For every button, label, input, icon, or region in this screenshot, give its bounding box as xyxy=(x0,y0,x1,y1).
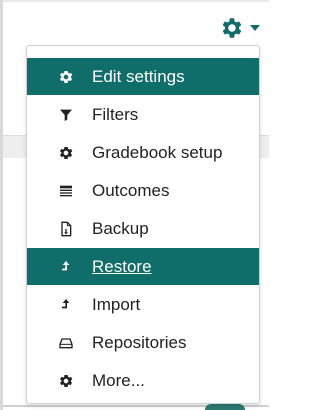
gear-icon xyxy=(57,372,75,390)
menu-item-label: Filters xyxy=(92,104,139,124)
filter-icon xyxy=(57,106,75,124)
upload-icon xyxy=(57,296,75,314)
menu-item-label: Edit settings xyxy=(92,66,185,86)
menu-item-more[interactable]: More... xyxy=(27,362,259,399)
menu-item-edit-settings[interactable]: Edit settings xyxy=(27,58,259,95)
background-table-row-right xyxy=(260,135,269,158)
menu-item-label: Backup xyxy=(92,218,149,238)
document-icon xyxy=(57,220,75,238)
list-icon xyxy=(57,182,75,200)
menu-item-outcomes[interactable]: Outcomes xyxy=(27,172,259,209)
menu-item-gradebook-setup[interactable]: Gradebook setup xyxy=(27,134,259,171)
menu-item-label: Gradebook setup xyxy=(92,142,223,162)
gear-icon xyxy=(57,68,75,86)
gear-icon xyxy=(222,18,242,38)
gear-icon xyxy=(57,144,75,162)
upload-icon xyxy=(57,258,75,276)
menu-item-label: Repositories xyxy=(92,332,187,352)
menu-item-label: More... xyxy=(92,370,145,390)
settings-menu-toggle[interactable] xyxy=(218,14,264,42)
menu-item-import[interactable]: Import xyxy=(27,286,259,323)
menu-item-backup[interactable]: Backup xyxy=(27,210,259,247)
background-table-row xyxy=(3,135,26,158)
chevron-down-icon xyxy=(250,25,260,31)
drive-icon xyxy=(57,334,75,352)
menu-item-label: Outcomes xyxy=(92,180,170,200)
background-button-edge xyxy=(205,404,245,410)
window-left-border xyxy=(0,0,3,410)
menu-item-restore[interactable]: Restore xyxy=(27,248,259,285)
menu-item-label: Import xyxy=(92,294,141,314)
menu-item-filters[interactable]: Filters xyxy=(27,96,259,133)
menu-item-repositories[interactable]: Repositories xyxy=(27,324,259,361)
window-top-border xyxy=(0,0,269,2)
menu-item-label: Restore xyxy=(92,256,152,276)
settings-dropdown-menu: Edit settings Filters Gradebook setup Ou… xyxy=(26,45,260,404)
